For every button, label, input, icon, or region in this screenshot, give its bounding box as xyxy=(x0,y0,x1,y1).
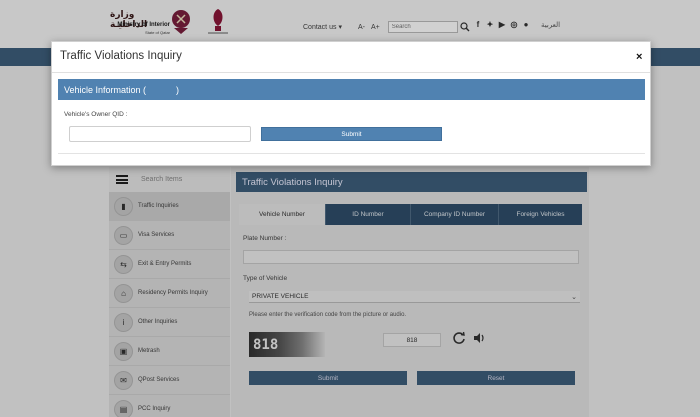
vehicle-information-header: Vehicle Information ( ) xyxy=(58,79,645,100)
violations-modal: Traffic Violations Inquiry × Vehicle Inf… xyxy=(51,41,651,166)
modal-footer-divider xyxy=(58,153,645,154)
vehicle-info-title-end: ) xyxy=(176,84,180,95)
owner-qid-label: Vehicle's Owner QID : xyxy=(64,111,128,118)
vehicle-info-title: Vehicle Information ( xyxy=(64,84,147,95)
close-icon[interactable]: × xyxy=(636,51,642,63)
modal-divider xyxy=(52,72,650,73)
modal-title: Traffic Violations Inquiry xyxy=(60,50,182,62)
owner-qid-input[interactable] xyxy=(69,126,251,142)
modal-submit-button[interactable]: Submit xyxy=(261,127,442,141)
